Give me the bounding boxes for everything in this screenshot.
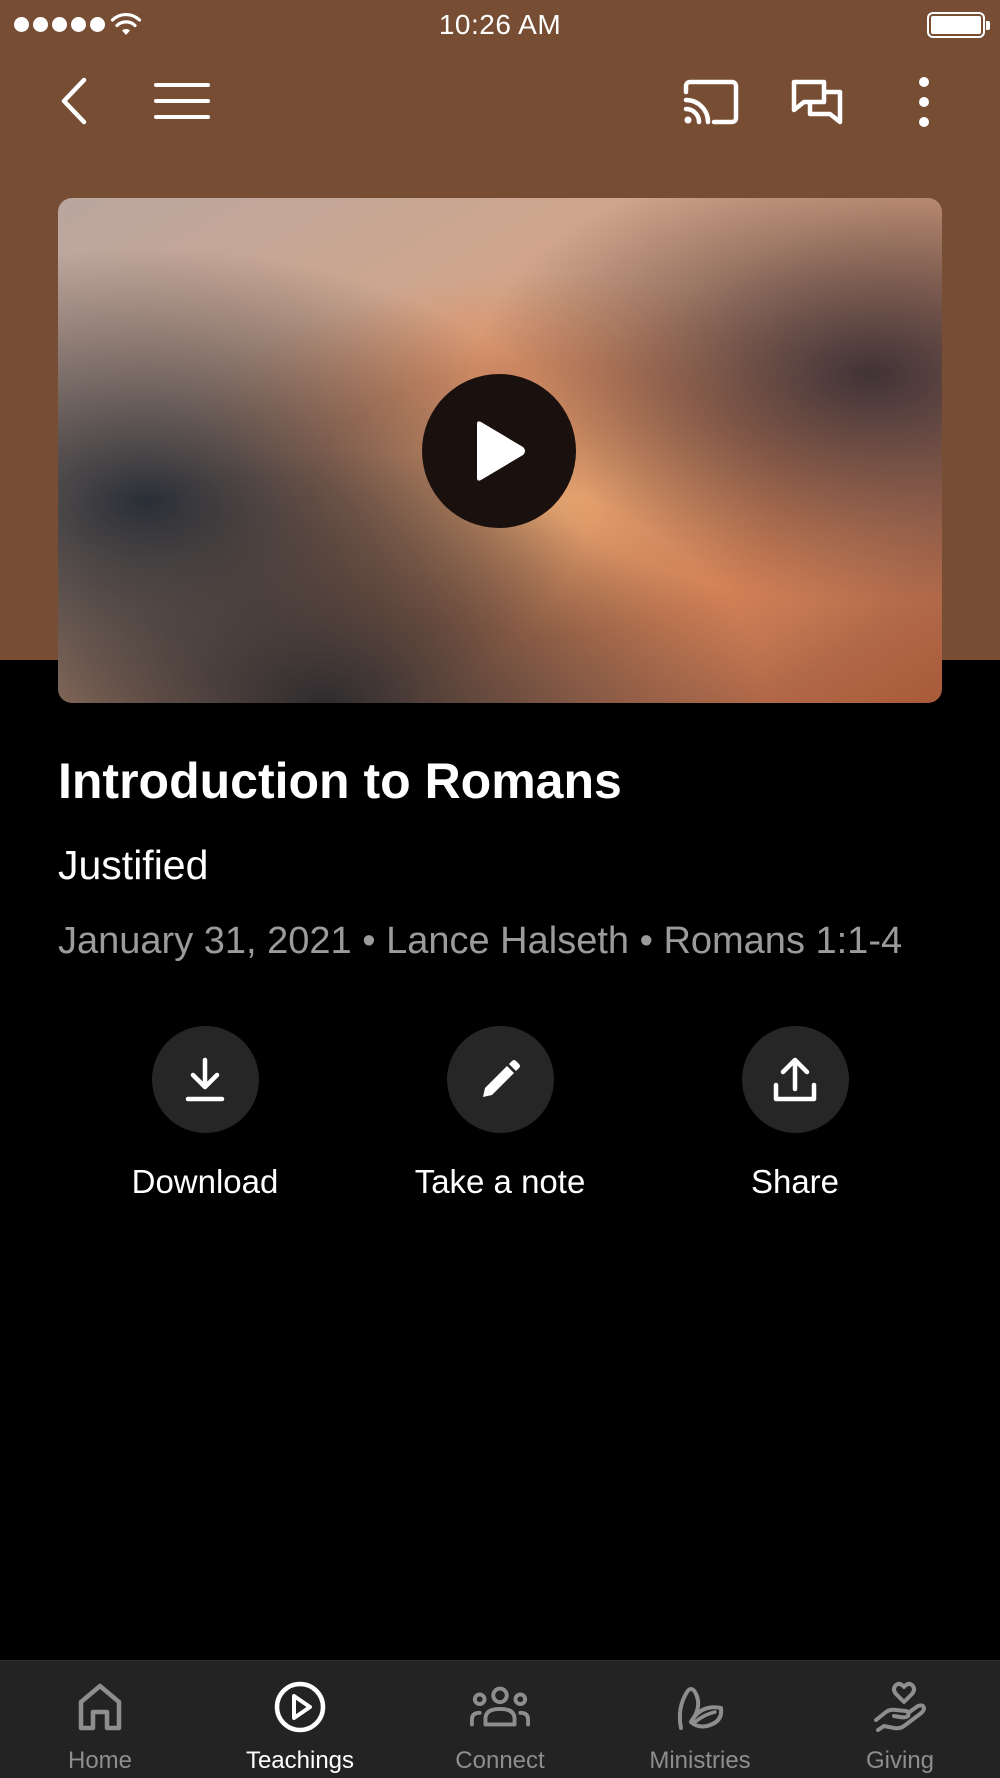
tab-home[interactable]: Home [0,1661,200,1778]
hand-heart-icon [870,1679,930,1735]
tab-teachings[interactable]: Teachings [200,1661,400,1778]
tab-ministries[interactable]: Ministries [600,1661,800,1778]
download-button[interactable]: Download [65,1026,345,1201]
play-icon [477,421,525,481]
chat-bubbles-icon [791,79,843,125]
status-bar: 10:26 AM [0,0,1000,50]
chevron-left-icon [61,77,87,125]
home-icon [70,1679,130,1735]
tab-ministries-label: Ministries [649,1747,751,1774]
more-options-button[interactable] [914,76,934,128]
share-circle [741,1026,849,1133]
tab-home-label: Home [67,1747,133,1774]
download-circle [151,1026,259,1133]
status-time: 10:26 AM [438,9,562,40]
tab-giving[interactable]: Giving [800,1661,1000,1778]
leaf-icon [670,1679,730,1735]
share-label: Share [750,1163,840,1200]
tab-teachings-label: Teachings [245,1747,355,1774]
teaching-meta: January 31, 2021 • Lance Halseth • Roman… [58,920,903,962]
take-note-button[interactable]: Take a note [360,1026,640,1201]
more-vertical-icon [919,77,929,127]
take-note-label: Take a note [414,1163,586,1200]
share-button[interactable]: Share [655,1026,935,1201]
tab-bar: Home Teachings Connect Ministries Giving [0,1660,1000,1778]
teaching-title: Introduction to Romans [58,753,622,809]
share-upload-icon [773,1057,817,1101]
hamburger-menu-icon [154,83,210,119]
download-icon [185,1057,225,1101]
chat-button[interactable] [790,78,844,128]
take-note-circle [446,1026,554,1133]
pencil-icon [483,1059,520,1097]
tab-connect-label: Connect [455,1747,545,1774]
people-icon [470,1679,530,1735]
menu-button[interactable] [154,82,210,120]
back-button[interactable] [56,76,92,126]
battery-icon [927,12,990,38]
tab-giving-label: Giving [865,1747,935,1774]
video-player[interactable] [58,198,942,703]
tab-connect[interactable]: Connect [400,1661,600,1778]
download-label: Download [131,1163,279,1200]
play-circle-icon [270,1679,330,1735]
series-name: Justified [58,842,209,888]
cast-button[interactable] [682,78,740,126]
play-button[interactable] [422,374,576,528]
cast-icon [683,79,739,125]
